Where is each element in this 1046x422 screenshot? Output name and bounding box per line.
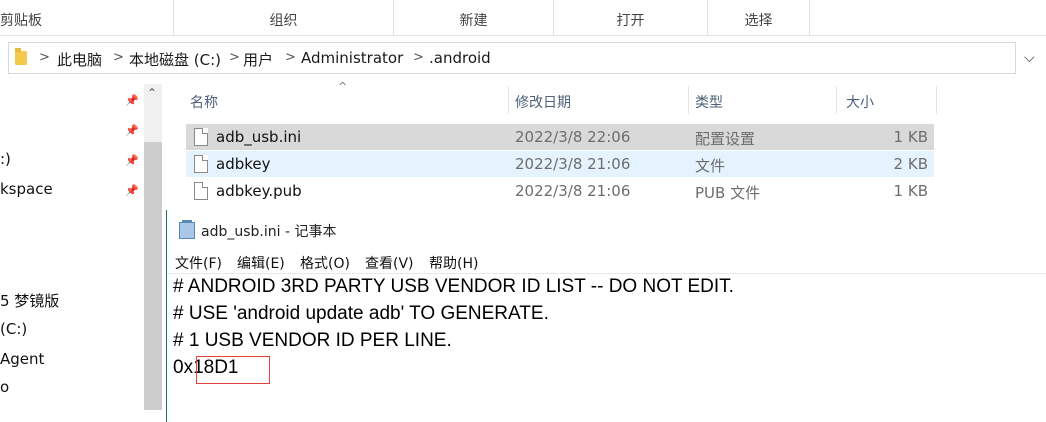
breadcrumb-separator[interactable]: >: [39, 50, 50, 65]
ribbon-group-organize[interactable]: 组织: [174, 0, 394, 36]
column-header-type[interactable]: 类型: [695, 92, 723, 112]
notepad-text-area[interactable]: # ANDROID 3RD PARTY USB VENDOR ID LIST -…: [167, 274, 1046, 422]
column-header-name[interactable]: 名称: [190, 92, 218, 112]
breadcrumb-separator[interactable]: >: [413, 50, 424, 65]
column-header-size[interactable]: 大小: [846, 92, 874, 112]
ribbon-group-label: 组织: [269, 13, 298, 29]
file-type: 配置设置: [695, 130, 756, 148]
column-header-modified[interactable]: 修改日期: [515, 92, 571, 112]
pin-icon[interactable]: 📌: [125, 94, 139, 107]
ribbon: 剪贴板 组织 新建 打开 选择: [0, 0, 1046, 36]
file-name: adbkey.pub: [216, 182, 302, 200]
breadcrumb-users[interactable]: 用户: [243, 49, 273, 70]
breadcrumb-android[interactable]: .android: [429, 49, 491, 67]
breadcrumb-this-pc[interactable]: 此电脑: [57, 49, 102, 70]
nav-item[interactable]: :): [0, 150, 11, 168]
nav-item[interactable]: (C:): [0, 320, 27, 338]
folder-icon: [15, 48, 27, 65]
ribbon-group-label: 选择: [744, 13, 773, 29]
ribbon-group-select[interactable]: 选择: [708, 0, 810, 36]
navigation-pane: 📌 📌 :) 📌 kspace 📌 5 梦镜版 (C:) Agent o: [0, 80, 166, 422]
file-type: 文件: [695, 157, 726, 175]
breadcrumb-separator[interactable]: >: [229, 50, 240, 65]
pin-icon[interactable]: 📌: [125, 184, 139, 197]
file-name: adb_usb.ini: [216, 128, 302, 146]
text-line: # USE 'android update adb' TO GENERATE.: [173, 303, 549, 324]
file-row[interactable]: adbkey.pub 2022/3/8 21:06 PUB 文件 1 KB: [186, 178, 934, 204]
file-modified: 2022/3/8 22:06: [515, 128, 631, 146]
settings-file-icon: [194, 128, 208, 146]
nav-item[interactable]: kspace: [0, 180, 53, 198]
nav-item[interactable]: 5 梦镜版: [0, 290, 59, 311]
menu-file[interactable]: 文件(F): [175, 253, 222, 273]
highlight-box: [196, 356, 270, 384]
ribbon-group-clipboard[interactable]: 剪贴板: [0, 0, 174, 36]
column-divider[interactable]: [508, 86, 509, 114]
ribbon-group-label: 打开: [616, 13, 645, 29]
file-row[interactable]: adbkey 2022/3/8 21:06 文件 2 KB: [186, 151, 934, 177]
chevron-down-icon[interactable]: ⌵: [1024, 50, 1035, 66]
file-modified: 2022/3/8 21:06: [515, 155, 631, 173]
file-modified: 2022/3/8 21:06: [515, 182, 631, 200]
address-bar[interactable]: > 此电脑 > 本地磁盘 (C:) > 用户 > Administrator >…: [8, 42, 1016, 74]
notepad-menubar: 文件(F) 编辑(E) 格式(O) 查看(V) 帮助(H): [167, 250, 1046, 274]
breadcrumb-separator[interactable]: >: [113, 50, 124, 65]
menu-help[interactable]: 帮助(H): [429, 253, 478, 273]
nav-item[interactable]: o: [0, 378, 9, 396]
menu-edit[interactable]: 编辑(E): [237, 253, 285, 273]
file-name: adbkey: [216, 155, 271, 173]
breadcrumb-administrator[interactable]: Administrator: [301, 49, 403, 67]
ribbon-group-label: 剪贴板: [0, 13, 42, 29]
menu-view[interactable]: 查看(V): [365, 253, 414, 273]
pin-icon[interactable]: 📌: [125, 124, 139, 137]
ribbon-group-label: 新建: [459, 13, 488, 29]
column-divider[interactable]: [936, 86, 937, 114]
file-icon: [194, 155, 208, 173]
pin-icon[interactable]: 📌: [125, 154, 139, 167]
file-row[interactable]: adb_usb.ini 2022/3/8 22:06 配置设置 1 KB: [186, 124, 934, 150]
chevron-up-icon[interactable]: ⌃: [147, 86, 157, 100]
breadcrumb-separator[interactable]: >: [285, 50, 296, 65]
notepad-window[interactable]: adb_usb.ini - 记事本 文件(F) 编辑(E) 格式(O) 查看(V…: [166, 210, 1046, 422]
nav-scrollbar-thumb[interactable]: [144, 142, 162, 410]
file-size: 1 KB: [893, 182, 928, 200]
file-type: PUB 文件: [695, 184, 761, 202]
column-divider[interactable]: [688, 86, 689, 114]
file-size: 1 KB: [893, 128, 928, 146]
nav-item[interactable]: Agent: [0, 350, 44, 368]
ribbon-group-new[interactable]: 新建: [394, 0, 554, 36]
text-line: # 1 USB VENDOR ID PER LINE.: [173, 330, 452, 351]
ribbon-group-open[interactable]: 打开: [554, 0, 708, 36]
notepad-title: adb_usb.ini - 记事本: [201, 224, 337, 240]
breadcrumb-local-disk[interactable]: 本地磁盘 (C:): [129, 49, 221, 70]
menu-format[interactable]: 格式(O): [300, 253, 350, 273]
file-icon: [194, 182, 208, 200]
file-size: 2 KB: [893, 155, 928, 173]
column-divider[interactable]: [836, 86, 837, 114]
file-list-header: 名称 修改日期 类型 大小: [176, 84, 1046, 116]
text-line: # ANDROID 3RD PARTY USB VENDOR ID LIST -…: [173, 276, 734, 297]
notepad-icon: [179, 220, 195, 239]
